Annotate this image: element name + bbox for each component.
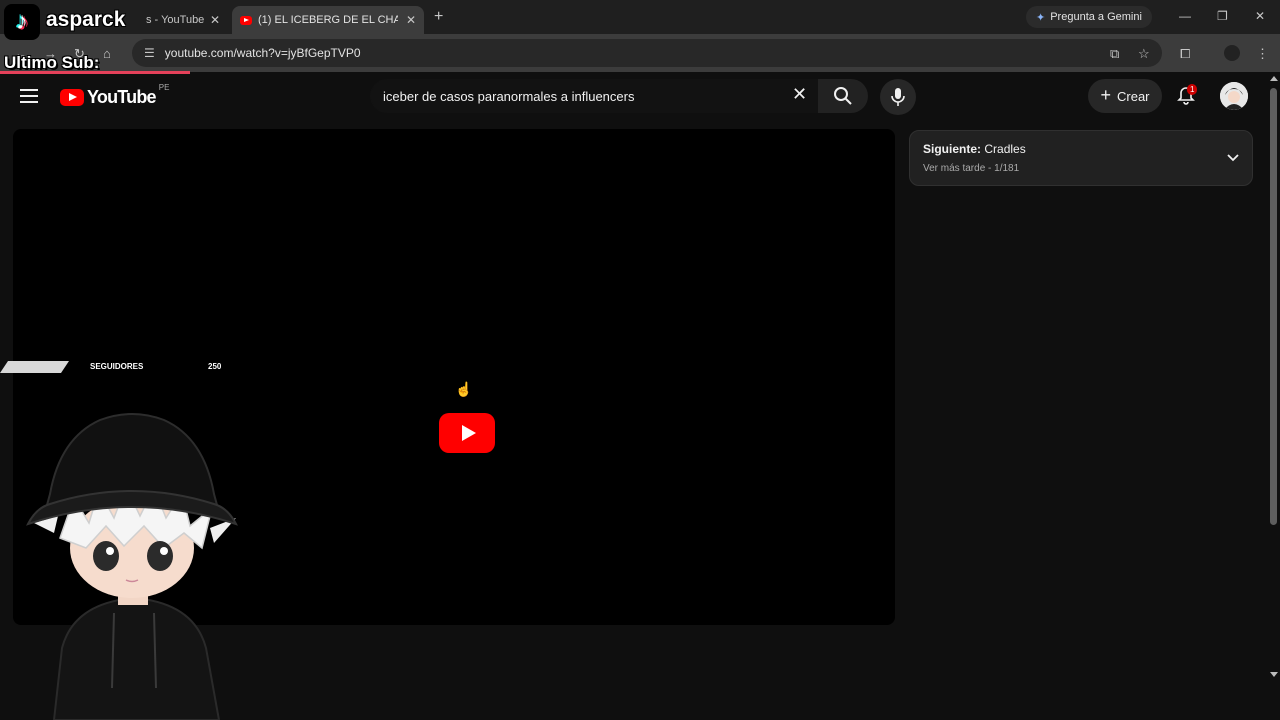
playlist-next: Siguiente: Cradles (923, 142, 1026, 156)
browser-tab-strip: s - YouTube ✕ (1) EL ICEBERG DE EL CHAVO… (0, 0, 1280, 34)
tiktok-note-icon: ♪ (16, 8, 28, 35)
create-label: Crear (1117, 88, 1150, 104)
search-icon (834, 87, 852, 105)
search-button[interactable] (818, 79, 868, 113)
create-button[interactable]: + Crear (1088, 79, 1162, 113)
next-title: Cradles (984, 142, 1026, 156)
clear-search-icon[interactable]: ✕ (792, 84, 807, 105)
tab-label: (1) EL ICEBERG DE EL CHAVO D (258, 14, 398, 26)
install-app-icon[interactable]: ⧉ (1110, 46, 1119, 62)
site-info-icon[interactable]: ☰ (144, 46, 155, 60)
youtube-wordmark: YouTube (87, 87, 157, 107)
bookmark-star-icon[interactable]: ☆ (1138, 46, 1150, 62)
playlist-panel[interactable]: Siguiente: Cradles Ver más tarde - 1/181 (909, 130, 1253, 186)
next-prefix: Siguiente: (923, 142, 982, 156)
followers-goal: 250 (208, 362, 222, 371)
page-scrollbar[interactable] (1268, 74, 1280, 720)
followers-goal-bar: SEGUIDORES 250 (0, 360, 230, 374)
search-query-text: iceber de casos paranormales a influence… (383, 88, 635, 104)
scroll-up-arrow-icon[interactable] (1270, 76, 1278, 81)
scrollbar-thumb[interactable] (1270, 88, 1277, 525)
voice-search-button[interactable] (880, 79, 916, 115)
gemini-button[interactable]: ✦ Pregunta a Gemini (1026, 6, 1152, 28)
last-sub-label: Ultimo Sub: (4, 53, 100, 72)
gemini-sparkle-icon: ✦ (1036, 11, 1046, 24)
new-tab-icon[interactable]: + (434, 8, 443, 26)
followers-progress-fill (0, 361, 69, 373)
minimize-icon[interactable]: — (1179, 9, 1191, 23)
more-menu-icon[interactable]: ⋮ (1256, 46, 1269, 62)
user-avatar-icon (1220, 82, 1248, 110)
search-input[interactable]: iceber de casos paranormales a influence… (370, 79, 822, 113)
close-tab-icon[interactable]: ✕ (210, 13, 220, 27)
extensions-icon[interactable]: ⧠ (1180, 46, 1190, 62)
home-icon[interactable]: ⌂ (103, 46, 111, 61)
playlist-subtitle: Ver más tarde - 1/181 (923, 163, 1020, 174)
scroll-down-arrow-icon[interactable] (1270, 672, 1278, 677)
account-avatar[interactable] (1220, 82, 1248, 110)
youtube-favicon-icon (240, 15, 252, 25)
profile-avatar-icon[interactable] (1224, 45, 1240, 61)
plus-icon: + (1100, 84, 1111, 105)
browser-toolbar: ← → ↻ ⌂ ☰ youtube.com/watch?v=jyBfGepTVP… (0, 34, 1280, 72)
tab-active-video[interactable]: (1) EL ICEBERG DE EL CHAVO D ✕ (232, 6, 424, 34)
youtube-play-logo-icon (60, 89, 84, 106)
large-play-button[interactable] (439, 413, 495, 453)
chevron-down-icon[interactable] (1226, 151, 1240, 165)
close-tab-icon[interactable]: ✕ (406, 13, 416, 27)
tab-label: s - YouTube (146, 14, 205, 26)
youtube-logo[interactable]: YouTube PE (60, 83, 169, 108)
anime-mascot-illustration (26, 413, 238, 720)
hand-cursor-icon: ☝ (455, 381, 473, 397)
play-icon (462, 425, 476, 441)
url-text: youtube.com/watch?v=jyBfGepTVP0 (164, 46, 361, 60)
microphone-icon (891, 88, 905, 106)
gemini-label: Pregunta a Gemini (1050, 11, 1142, 23)
address-bar[interactable]: ☰ youtube.com/watch?v=jyBfGepTVP0 (132, 39, 1162, 67)
tiktok-logo: ♪ (4, 4, 40, 40)
country-code: PE (158, 83, 170, 92)
followers-label: SEGUIDORES (90, 362, 144, 371)
restore-icon[interactable]: ❐ (1217, 9, 1228, 23)
close-window-icon[interactable]: ✕ (1255, 9, 1265, 23)
menu-hamburger-icon[interactable] (20, 89, 38, 107)
streamer-name: asparck (46, 8, 126, 31)
